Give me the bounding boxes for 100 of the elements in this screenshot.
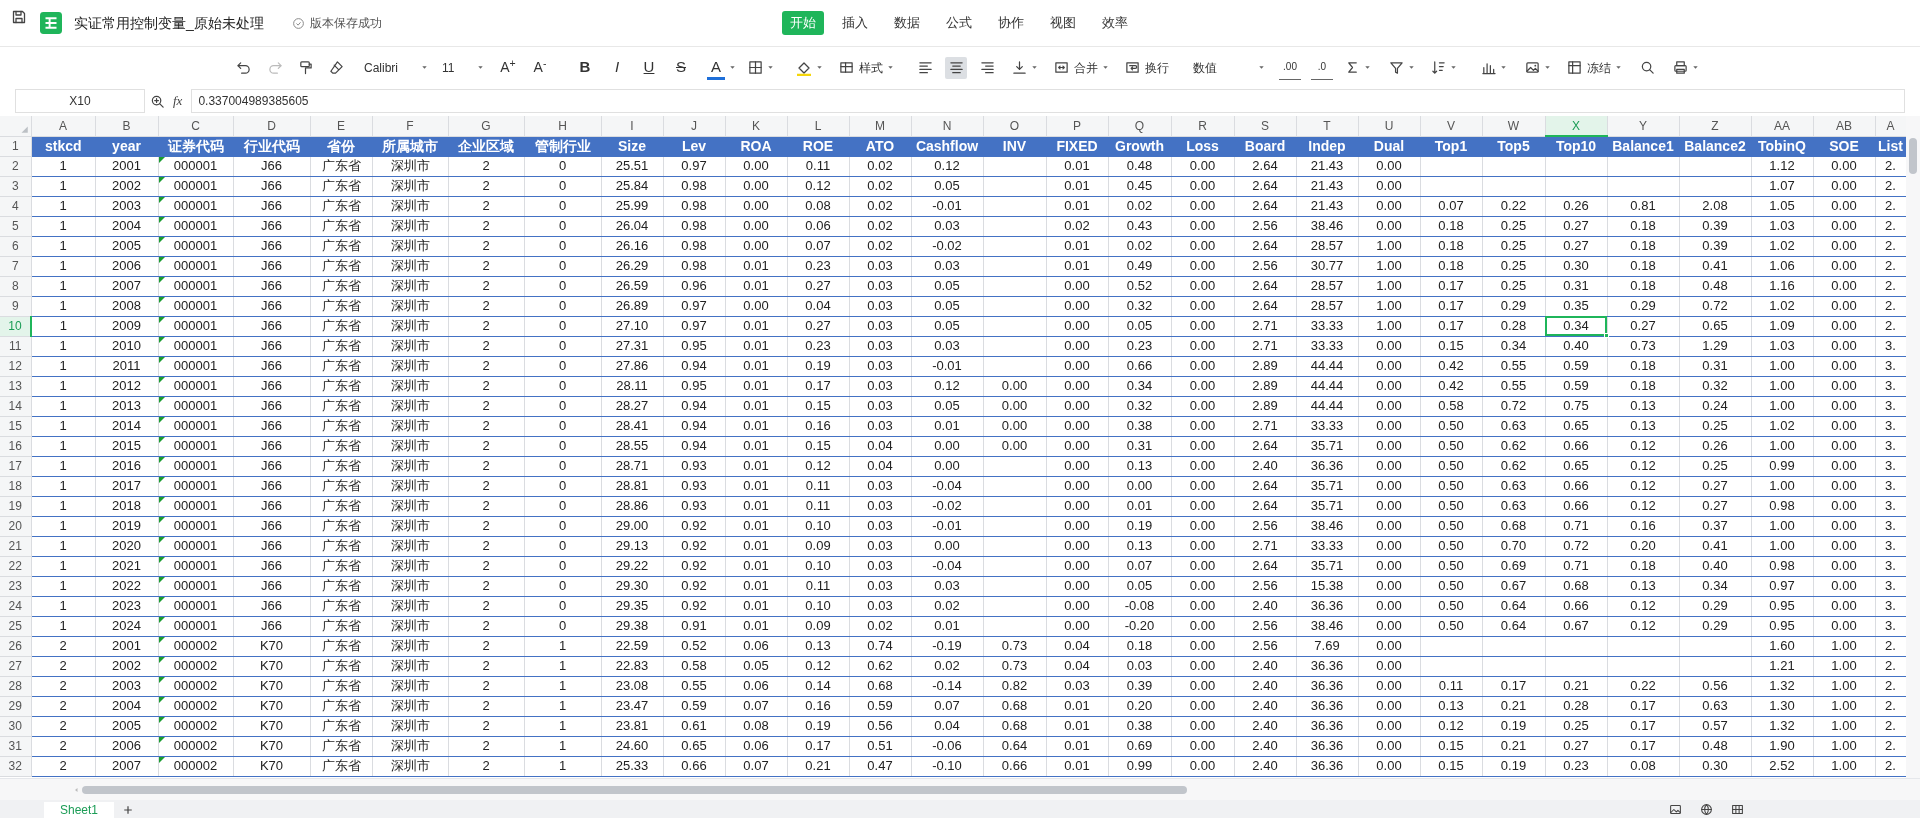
column-letter[interactable]: E xyxy=(310,116,372,136)
row-number[interactable]: 26 xyxy=(0,636,31,656)
row-number[interactable]: 12 xyxy=(0,356,31,376)
column-letter[interactable]: B xyxy=(95,116,158,136)
font-size-select[interactable]: 11 xyxy=(440,55,486,80)
caret-icon[interactable] xyxy=(1500,64,1507,71)
freeze-panes-icon[interactable] xyxy=(1567,60,1582,75)
column-letter[interactable]: K xyxy=(725,116,787,136)
merge-icon[interactable] xyxy=(1054,60,1069,75)
underline-button[interactable]: U xyxy=(638,55,660,80)
row-number[interactable]: 3 xyxy=(0,176,31,196)
formula-input[interactable]: 0.337004989385605 xyxy=(191,89,1905,113)
grow-font-button[interactable]: A$^{+}$ xyxy=(496,55,520,80)
row-number[interactable]: 17 xyxy=(0,456,31,476)
row-number[interactable]: 2 xyxy=(0,156,31,176)
column-letter[interactable]: Z xyxy=(1679,116,1751,136)
row-number[interactable]: 31 xyxy=(0,736,31,756)
column-letter[interactable]: R xyxy=(1171,116,1234,136)
caret-icon[interactable] xyxy=(1102,64,1109,71)
align-center-icon[interactable] xyxy=(945,56,967,79)
table-icon[interactable] xyxy=(839,60,854,75)
row-number[interactable]: 8 xyxy=(0,276,31,296)
menu-tab[interactable]: 数据 xyxy=(886,11,928,35)
column-letter[interactable]: AB xyxy=(1813,116,1875,136)
search-icon[interactable] xyxy=(1640,60,1655,75)
align-bottom-icon[interactable] xyxy=(1012,60,1027,75)
row-number[interactable]: 28 xyxy=(0,676,31,696)
bold-button[interactable]: B xyxy=(574,55,596,80)
column-letter[interactable]: U xyxy=(1358,116,1420,136)
shrink-font-button[interactable]: A$^{-}$ xyxy=(528,55,552,80)
zoom-icon[interactable] xyxy=(150,93,165,109)
row-number[interactable]: 5 xyxy=(0,216,31,236)
column-letter[interactable]: L xyxy=(787,116,849,136)
caret-icon[interactable] xyxy=(816,64,823,71)
menu-tab[interactable]: 视图 xyxy=(1042,11,1084,35)
image-icon[interactable] xyxy=(1525,60,1540,75)
menu-tab[interactable]: 公式 xyxy=(938,11,980,35)
caret-icon[interactable] xyxy=(1615,64,1622,71)
row-number[interactable]: 18 xyxy=(0,476,31,496)
column-letter[interactable]: T xyxy=(1296,116,1358,136)
undo-icon[interactable] xyxy=(236,60,251,75)
column-letter[interactable]: C xyxy=(158,116,233,136)
caret-icon[interactable] xyxy=(1031,64,1038,71)
column-letter[interactable]: P xyxy=(1046,116,1108,136)
row-number[interactable]: 15 xyxy=(0,416,31,436)
filter-icon[interactable] xyxy=(1389,60,1404,75)
column-letter[interactable]: M xyxy=(849,116,911,136)
style-button[interactable]: 样式 xyxy=(839,55,883,80)
column-letter[interactable]: H xyxy=(524,116,601,136)
column-letter[interactable]: Y xyxy=(1607,116,1679,136)
row-number[interactable]: 13 xyxy=(0,376,31,396)
column-letter[interactable]: Q xyxy=(1108,116,1171,136)
column-letter[interactable]: O xyxy=(983,116,1046,136)
caret-icon[interactable] xyxy=(1450,64,1457,71)
row-number[interactable]: 24 xyxy=(0,596,31,616)
row-number[interactable]: 4 xyxy=(0,196,31,216)
column-letter[interactable]: D xyxy=(233,116,310,136)
column-letter[interactable]: V xyxy=(1420,116,1482,136)
print-icon[interactable] xyxy=(1673,60,1688,75)
column-letter[interactable]: A xyxy=(31,116,95,136)
menu-tab[interactable]: 协作 xyxy=(990,11,1032,35)
caret-icon[interactable] xyxy=(1408,64,1415,71)
row-number[interactable]: 20 xyxy=(0,516,31,536)
bar-chart-icon[interactable] xyxy=(1481,60,1496,75)
row-number[interactable]: 1 xyxy=(0,136,31,156)
row-number[interactable]: 7 xyxy=(0,256,31,276)
column-letter[interactable]: S xyxy=(1234,116,1296,136)
row-number[interactable]: 11 xyxy=(0,336,31,356)
column-letter[interactable]: A xyxy=(1875,116,1906,136)
row-number[interactable]: 27 xyxy=(0,656,31,676)
row-number[interactable]: 32 xyxy=(0,756,31,776)
row-number[interactable]: 22 xyxy=(0,556,31,576)
italic-button[interactable]: I xyxy=(606,55,628,80)
sum-icon[interactable] xyxy=(1345,60,1360,75)
column-letter[interactable]: N xyxy=(911,116,983,136)
freeze-button[interactable]: 冻结 xyxy=(1567,55,1611,80)
merge-button[interactable]: 合并 xyxy=(1054,55,1098,80)
globe-icon[interactable] xyxy=(1700,803,1713,816)
sort-icon[interactable] xyxy=(1431,60,1446,75)
row-number[interactable]: 19 xyxy=(0,496,31,516)
column-letter[interactable]: AA xyxy=(1751,116,1813,136)
decimal-button[interactable]: .0 xyxy=(1311,55,1333,80)
caret-icon[interactable] xyxy=(767,64,774,71)
caret-icon[interactable] xyxy=(1258,64,1265,71)
menu-tab[interactable]: 效率 xyxy=(1094,11,1136,35)
caret-icon[interactable] xyxy=(421,64,428,71)
row-number[interactable]: 6 xyxy=(0,236,31,256)
strikethrough-button[interactable]: S xyxy=(670,55,692,80)
vertical-scrollbar[interactable] xyxy=(1909,138,1917,174)
caret-icon[interactable] xyxy=(1364,64,1371,71)
decimal-button[interactable]: .00 xyxy=(1279,55,1301,80)
number-format-select[interactable]: 数值 xyxy=(1193,55,1265,80)
add-sheet-icon[interactable] xyxy=(122,804,135,816)
menu-tab[interactable]: 插入 xyxy=(834,11,876,35)
column-letter[interactable]: W xyxy=(1482,116,1545,136)
font-select[interactable]: Calibri xyxy=(362,55,430,80)
borders-icon[interactable] xyxy=(748,60,763,75)
row-number[interactable]: 9 xyxy=(0,296,31,316)
eraser-icon[interactable] xyxy=(329,60,344,75)
caret-icon[interactable] xyxy=(477,64,484,71)
